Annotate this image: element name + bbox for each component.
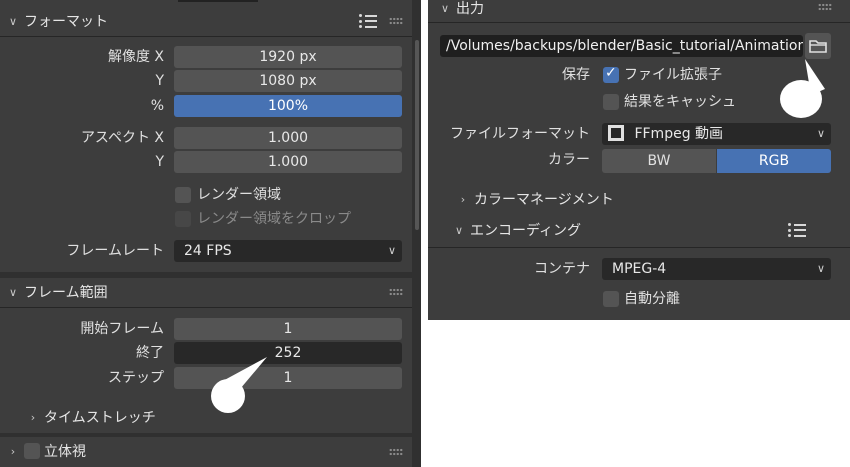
cache-result-label: 結果をキャッシュ <box>624 94 736 110</box>
time-stretch-title: タイムストレッチ <box>44 410 156 426</box>
autosplit-checkbox[interactable] <box>603 291 619 307</box>
render-region-label: レンダー領域 <box>197 187 281 203</box>
grip-icon[interactable] <box>389 17 403 25</box>
color-bw-button[interactable]: BW <box>602 149 716 173</box>
grip-icon[interactable] <box>389 288 403 296</box>
format-header[interactable]: ∨ フォーマット <box>6 7 108 35</box>
file-format-label: ファイルフォーマット <box>450 126 590 142</box>
grip-icon[interactable] <box>389 448 403 456</box>
color-label: カラー <box>548 152 590 168</box>
header-separator <box>428 22 850 23</box>
resolution-percent-label: % <box>150 98 164 114</box>
chevron-right-icon: › <box>10 444 16 458</box>
chevron-down-icon: ∨ <box>387 244 396 257</box>
stereoscopy-checkbox[interactable] <box>24 443 40 459</box>
header-separator <box>0 307 412 308</box>
container-dropdown[interactable]: MPEG-4 ∨ <box>602 258 831 280</box>
container-label: コンテナ <box>534 261 590 277</box>
crop-region-label: レンダー領域をクロップ <box>197 211 351 227</box>
frame-start-field[interactable]: 1 <box>174 318 402 340</box>
scrollbar[interactable] <box>415 40 419 230</box>
callout-bubble <box>211 379 245 413</box>
resolution-y-field[interactable]: 1080 px <box>174 70 402 92</box>
callout-bubble <box>780 80 822 118</box>
encoding-header[interactable]: ∨ エンコーディング <box>452 216 581 244</box>
container-value: MPEG-4 <box>612 261 667 277</box>
chevron-down-icon: ∨ <box>454 223 464 237</box>
grip-icon[interactable] <box>818 3 832 11</box>
framerate-label: フレームレート <box>66 243 164 259</box>
frame-start-label: 開始フレーム <box>80 321 164 337</box>
header-separator <box>0 36 412 37</box>
file-format-value: FFmpeg 動画 <box>634 126 724 142</box>
chevron-down-icon: ∨ <box>816 262 825 275</box>
output-title: 出力 <box>456 1 484 17</box>
color-rgb-button[interactable]: RGB <box>717 149 831 173</box>
color-management-title: カラーマネージメント <box>474 192 614 208</box>
aspect-x-label: アスペクト X <box>80 130 164 146</box>
resolution-x-field[interactable]: 1920 px <box>174 46 402 68</box>
color-management-header[interactable]: › カラーマネージメント <box>456 185 614 213</box>
list-icon[interactable] <box>788 223 806 237</box>
framerate-value: 24 FPS <box>184 243 232 259</box>
time-stretch-header[interactable]: › タイムストレッチ <box>26 403 156 431</box>
aspect-y-label: Y <box>155 154 164 170</box>
framerate-dropdown[interactable]: 24 FPS ∨ <box>174 240 402 262</box>
cache-result-checkbox[interactable] <box>603 94 619 110</box>
frame-step-label: ステップ <box>108 370 164 386</box>
chevron-right-icon: › <box>30 410 36 424</box>
save-label: 保存 <box>562 67 590 83</box>
resolution-x-label: 解像度 X <box>107 49 164 65</box>
render-region-checkbox[interactable] <box>175 187 191 203</box>
file-extension-label: ファイル拡張子 <box>624 67 722 83</box>
format-title: フォーマット <box>24 14 108 30</box>
resolution-percent-field[interactable]: 100% <box>174 95 402 117</box>
file-extension-checkbox[interactable] <box>603 65 619 83</box>
chevron-down-icon: ∨ <box>816 127 825 140</box>
chevron-right-icon: › <box>460 192 466 206</box>
crop-region-checkbox[interactable] <box>175 211 191 227</box>
right-properties-panel: ∨ 出力 /Volumes/backups/blender/Basic_tuto… <box>428 0 850 320</box>
list-icon[interactable] <box>359 14 377 28</box>
resolution-y-label: Y <box>155 73 164 89</box>
output-header[interactable]: ∨ 出力 <box>438 0 484 22</box>
file-format-dropdown[interactable]: FFmpeg 動画 ∨ <box>602 123 831 145</box>
autosplit-label: 自動分離 <box>624 291 680 307</box>
chevron-down-icon: ∨ <box>440 1 450 15</box>
left-properties-panel: ∨ フォーマット 解像度 X 1920 px Y 1080 px % 100% … <box>0 0 421 467</box>
chevron-down-icon: ∨ <box>8 285 18 299</box>
frame-range-header[interactable]: ∨ フレーム範囲 <box>6 278 108 306</box>
film-icon <box>608 125 624 141</box>
stereoscopy-section: › 立体視 <box>0 437 412 467</box>
stereoscopy-header[interactable]: › 立体視 <box>6 437 86 465</box>
aspect-y-field[interactable]: 1.000 <box>174 151 402 173</box>
chevron-down-icon: ∨ <box>8 14 18 28</box>
output-path-field[interactable]: /Volumes/backups/blender/Basic_tutorial/… <box>440 35 803 57</box>
aspect-x-field[interactable]: 1.000 <box>174 127 402 149</box>
encoding-title: エンコーディング <box>470 223 582 239</box>
format-section: ∨ フォーマット 解像度 X 1920 px Y 1080 px % 100% … <box>0 0 412 272</box>
stereoscopy-title: 立体視 <box>44 444 86 460</box>
top-edge-line <box>178 0 258 2</box>
encoding-separator <box>428 247 850 248</box>
frame-range-title: フレーム範囲 <box>24 285 108 301</box>
frame-end-label: 終了 <box>136 345 164 361</box>
